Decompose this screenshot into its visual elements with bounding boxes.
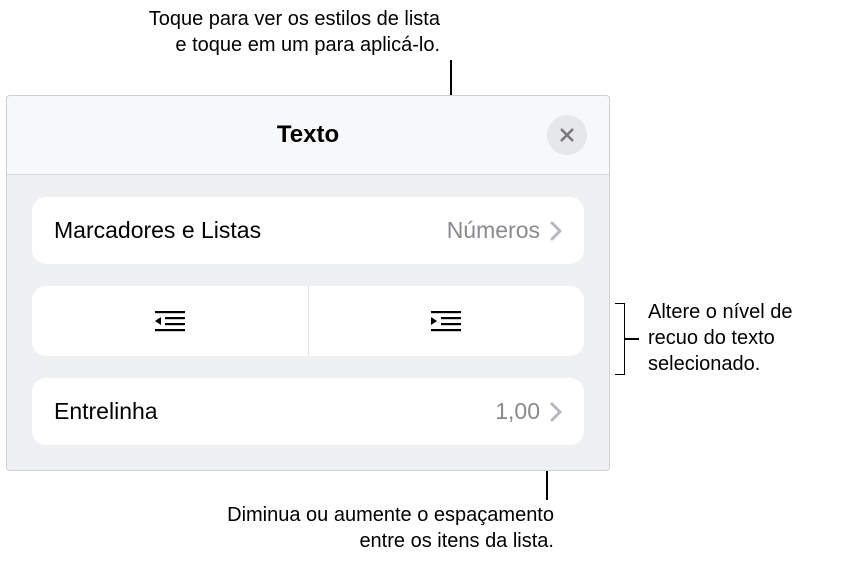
chevron-right-icon [550, 221, 562, 241]
outdent-button[interactable] [32, 286, 309, 356]
bullets-lists-value: Números [447, 217, 562, 244]
close-icon [558, 126, 576, 144]
panel-body: Marcadores e Listas Números [7, 175, 609, 445]
indent-controls [32, 286, 584, 356]
callout-text: Altere o nível de [648, 299, 848, 325]
callout-text: recuo do texto [648, 325, 848, 351]
indent-button[interactable] [309, 286, 585, 356]
line-spacing-row[interactable]: Entrelinha 1,00 [32, 378, 584, 445]
callout-text: selecionado. [648, 351, 848, 377]
line-spacing-label: Entrelinha [54, 398, 158, 425]
panel-title: Texto [277, 121, 339, 149]
bullets-lists-label: Marcadores e Listas [54, 217, 261, 244]
callout-text: entre os itens da lista. [74, 528, 554, 554]
chevron-right-icon [550, 402, 562, 422]
indent-icon [431, 309, 461, 333]
text-format-panel: Texto Marcadores e Listas Números [6, 95, 610, 471]
outdent-icon [155, 309, 185, 333]
bullets-and-lists-row[interactable]: Marcadores e Listas Números [32, 197, 584, 264]
line-spacing-value-group: 1,00 [495, 398, 562, 425]
callout-leader [625, 338, 639, 340]
panel-header: Texto [7, 96, 609, 175]
line-spacing-value: 1,00 [495, 398, 540, 425]
callout-text: e toque em um para aplicá-lo. [10, 32, 440, 58]
callout-bracket [615, 303, 625, 375]
callout-text: Toque para ver os estilos de lista [10, 6, 440, 32]
list-style-value: Números [447, 217, 540, 244]
callout-text: Diminua ou aumente o espaçamento [74, 502, 554, 528]
close-button[interactable] [547, 115, 587, 155]
